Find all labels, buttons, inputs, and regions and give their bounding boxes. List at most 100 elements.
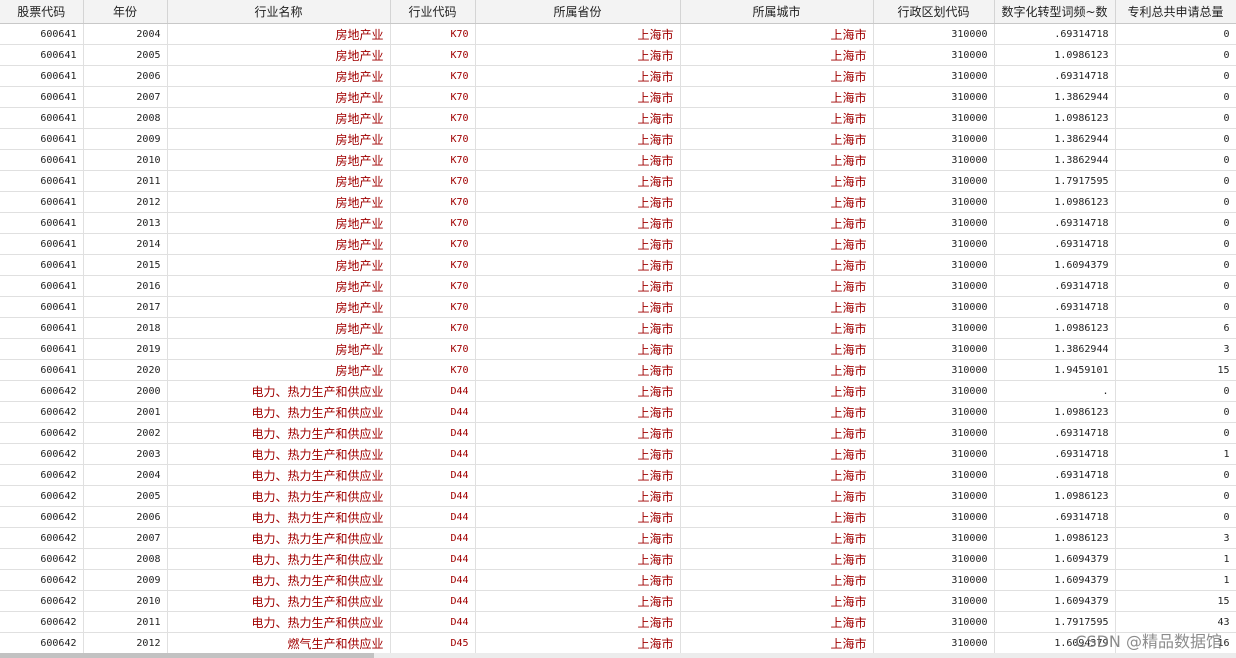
cell-province[interactable]: 上海市 <box>475 506 681 528</box>
cell-industry-code[interactable]: K70 <box>390 233 476 255</box>
cell-stock-code[interactable]: 600641 <box>0 254 84 276</box>
cell-industry-code[interactable]: K70 <box>390 338 476 360</box>
cell-industry-name[interactable]: 电力、热力生产和供应业 <box>167 590 391 612</box>
cell-patent-total[interactable]: 0 <box>1115 506 1236 528</box>
column-header-digital-freq[interactable]: 数字化转型词频~数 <box>994 0 1116 24</box>
cell-year[interactable]: 2017 <box>83 296 168 318</box>
table-row[interactable]: 600641 2017 房地产业 K70 上海市 上海市 310000.69314718 0 <box>0 296 1236 318</box>
cell-patent-total[interactable]: 1 <box>1115 548 1236 570</box>
cell-industry-code[interactable]: K70 <box>390 359 476 381</box>
cell-digital-freq[interactable]: .69314718 <box>994 506 1116 528</box>
table-row[interactable]: 600641 2018 房地产业 K70 上海市 上海市 310000 1.0986123 6 <box>0 317 1236 339</box>
cell-city[interactable]: 上海市 <box>680 485 874 507</box>
cell-patent-total[interactable]: 0 <box>1115 23 1236 45</box>
cell-admin-code[interactable]: 310000 <box>873 86 995 108</box>
cell-industry-name[interactable]: 电力、热力生产和供应业 <box>167 401 391 423</box>
cell-year[interactable]: 2004 <box>83 464 168 486</box>
cell-admin-code[interactable]: 310000 <box>873 380 995 402</box>
table-row[interactable]: 600642 2000 电力、热力生产和供应业 D44 上海市 上海市 310000. 0 <box>0 380 1236 402</box>
cell-year[interactable]: 2005 <box>83 485 168 507</box>
cell-industry-name[interactable]: 电力、热力生产和供应业 <box>167 380 391 402</box>
cell-province[interactable]: 上海市 <box>475 611 681 633</box>
cell-admin-code[interactable]: 310000 <box>873 296 995 318</box>
cell-admin-code[interactable]: 310000 <box>873 254 995 276</box>
cell-province[interactable]: 上海市 <box>475 485 681 507</box>
cell-year[interactable]: 2010 <box>83 149 168 171</box>
cell-industry-code[interactable]: D44 <box>390 485 476 507</box>
cell-patent-total[interactable]: 0 <box>1115 464 1236 486</box>
cell-industry-name[interactable]: 电力、热力生产和供应业 <box>167 527 391 549</box>
cell-year[interactable]: 2007 <box>83 86 168 108</box>
cell-industry-code[interactable]: K70 <box>390 149 476 171</box>
table-row[interactable]: 600641 2010 房地产业 K70 上海市 上海市 310000 1.3862944 0 <box>0 149 1236 171</box>
cell-stock-code[interactable]: 600642 <box>0 401 84 423</box>
cell-year[interactable]: 2000 <box>83 380 168 402</box>
cell-stock-code[interactable]: 600641 <box>0 86 84 108</box>
cell-patent-total[interactable]: 0 <box>1115 422 1236 444</box>
cell-admin-code[interactable]: 310000 <box>873 233 995 255</box>
cell-city[interactable]: 上海市 <box>680 23 874 45</box>
cell-city[interactable]: 上海市 <box>680 86 874 108</box>
cell-city[interactable]: 上海市 <box>680 317 874 339</box>
cell-digital-freq[interactable]: .69314718 <box>994 275 1116 297</box>
column-header-province[interactable]: 所属省份 <box>475 0 681 24</box>
cell-admin-code[interactable]: 310000 <box>873 485 995 507</box>
cell-year[interactable]: 2009 <box>83 569 168 591</box>
cell-digital-freq[interactable]: 1.6094379 <box>994 590 1116 612</box>
cell-city[interactable]: 上海市 <box>680 401 874 423</box>
cell-admin-code[interactable]: 310000 <box>873 611 995 633</box>
cell-city[interactable]: 上海市 <box>680 233 874 255</box>
cell-patent-total[interactable]: 0 <box>1115 149 1236 171</box>
cell-city[interactable]: 上海市 <box>680 338 874 360</box>
cell-patent-total[interactable]: 0 <box>1115 485 1236 507</box>
cell-year[interactable]: 2002 <box>83 422 168 444</box>
cell-admin-code[interactable]: 310000 <box>873 422 995 444</box>
cell-patent-total[interactable]: 0 <box>1115 86 1236 108</box>
cell-industry-code[interactable]: K70 <box>390 107 476 129</box>
cell-industry-code[interactable]: K70 <box>390 170 476 192</box>
cell-patent-total[interactable]: 0 <box>1115 212 1236 234</box>
cell-year[interactable]: 2008 <box>83 548 168 570</box>
cell-digital-freq[interactable]: 1.6094379 <box>994 569 1116 591</box>
cell-city[interactable]: 上海市 <box>680 380 874 402</box>
cell-industry-code[interactable]: K70 <box>390 86 476 108</box>
table-row[interactable]: 600642 2002 电力、热力生产和供应业 D44 上海市 上海市 310000.693… <box>0 422 1236 444</box>
cell-industry-code[interactable]: K70 <box>390 317 476 339</box>
cell-province[interactable]: 上海市 <box>475 380 681 402</box>
cell-patent-total[interactable]: 0 <box>1115 296 1236 318</box>
cell-industry-code[interactable]: D44 <box>390 569 476 591</box>
cell-digital-freq[interactable]: 1.3862944 <box>994 128 1116 150</box>
cell-city[interactable]: 上海市 <box>680 359 874 381</box>
cell-patent-total[interactable]: 1 <box>1115 443 1236 465</box>
cell-admin-code[interactable]: 310000 <box>873 128 995 150</box>
cell-province[interactable]: 上海市 <box>475 65 681 87</box>
cell-city[interactable]: 上海市 <box>680 422 874 444</box>
cell-city[interactable]: 上海市 <box>680 632 874 654</box>
cell-province[interactable]: 上海市 <box>475 44 681 66</box>
cell-province[interactable]: 上海市 <box>475 275 681 297</box>
cell-patent-total[interactable]: 0 <box>1115 170 1236 192</box>
cell-industry-code[interactable]: D44 <box>390 527 476 549</box>
cell-year[interactable]: 2006 <box>83 65 168 87</box>
table-row[interactable]: 600641 2005 房地产业 K70 上海市 上海市 310000 1.0986123 0 <box>0 44 1236 66</box>
cell-city[interactable]: 上海市 <box>680 590 874 612</box>
cell-digital-freq[interactable]: 1.3862944 <box>994 86 1116 108</box>
cell-province[interactable]: 上海市 <box>475 191 681 213</box>
cell-admin-code[interactable]: 310000 <box>873 443 995 465</box>
cell-digital-freq[interactable]: 1.0986123 <box>994 191 1116 213</box>
cell-city[interactable]: 上海市 <box>680 191 874 213</box>
cell-stock-code[interactable]: 600642 <box>0 380 84 402</box>
cell-admin-code[interactable]: 310000 <box>873 464 995 486</box>
cell-industry-code[interactable]: K70 <box>390 296 476 318</box>
cell-province[interactable]: 上海市 <box>475 338 681 360</box>
cell-stock-code[interactable]: 600641 <box>0 149 84 171</box>
cell-industry-name[interactable]: 房地产业 <box>167 233 391 255</box>
table-row[interactable]: 600641 2013 房地产业 K70 上海市 上海市 310000.69314718 0 <box>0 212 1236 234</box>
cell-stock-code[interactable]: 600642 <box>0 590 84 612</box>
cell-province[interactable]: 上海市 <box>475 149 681 171</box>
cell-year[interactable]: 2019 <box>83 338 168 360</box>
cell-industry-name[interactable]: 房地产业 <box>167 128 391 150</box>
cell-stock-code[interactable]: 600641 <box>0 107 84 129</box>
cell-patent-total[interactable]: 1 <box>1115 569 1236 591</box>
cell-city[interactable]: 上海市 <box>680 611 874 633</box>
